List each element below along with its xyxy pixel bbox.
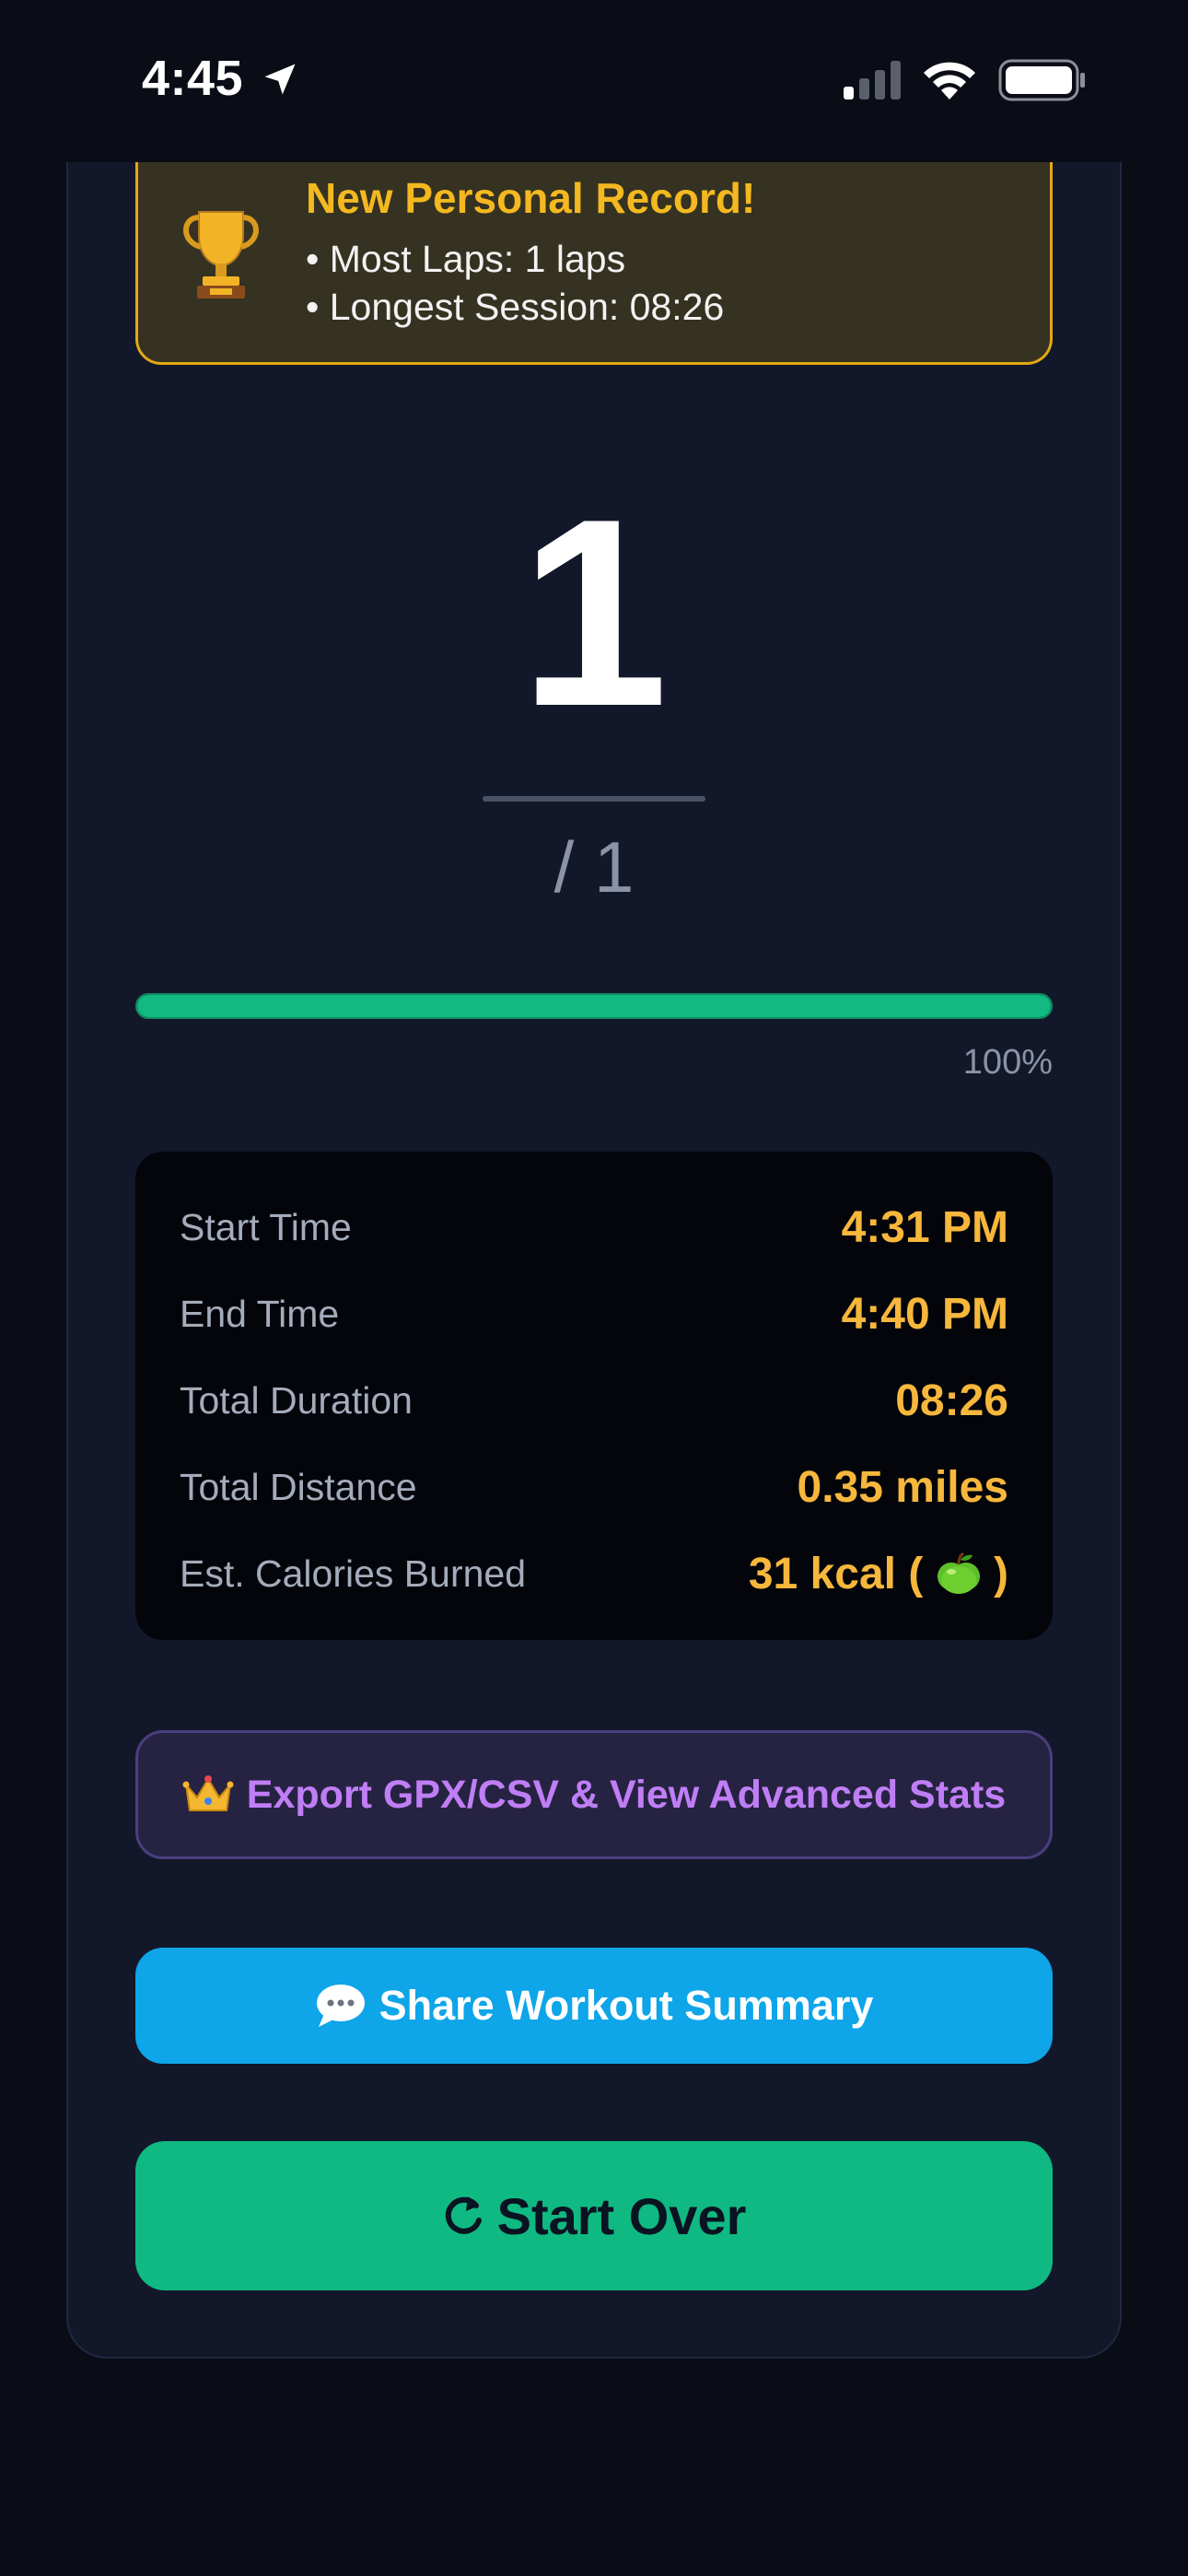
lap-total: / 1 xyxy=(553,826,635,907)
calories-value: 31 kcal ( xyxy=(748,1549,924,1598)
cellular-signal-icon xyxy=(844,61,901,100)
record-title: New Personal Record! xyxy=(306,174,756,222)
progress-bar xyxy=(135,993,1053,1019)
stat-row-total-duration: Total Duration 08:26 xyxy=(180,1373,1008,1428)
personal-record-banner: New Personal Record! • Most Laps: 1 laps… xyxy=(135,147,1053,365)
stats-panel: Start Time 4:31 PM End Time 4:40 PM Tota… xyxy=(135,1152,1053,1640)
stat-value: 4:40 PM xyxy=(841,1289,1008,1339)
wifi-icon xyxy=(924,62,975,100)
stat-value: 08:26 xyxy=(895,1376,1008,1425)
progress-percent: 100% xyxy=(962,1043,1053,1082)
start-over-label: Start Over xyxy=(496,2186,747,2245)
speech-bubble-icon xyxy=(316,1985,365,2027)
lap-count: 1 xyxy=(519,463,669,762)
refresh-icon xyxy=(445,2196,482,2234)
lap-divider xyxy=(483,796,705,802)
stat-row-end-time: End Time 4:40 PM xyxy=(180,1286,1008,1341)
stat-label: End Time xyxy=(180,1292,340,1335)
export-button-label: Export GPX/CSV & View Advanced Stats xyxy=(246,1772,1007,1817)
stat-row-total-distance: Total Distance 0.35 miles xyxy=(180,1459,1008,1515)
start-over-button[interactable]: Start Over xyxy=(135,2141,1053,2290)
stat-value: 31 kcal ( ) xyxy=(749,1549,1008,1599)
stat-label: Est. Calories Burned xyxy=(180,1551,527,1595)
stat-value: 0.35 miles xyxy=(797,1462,1009,1512)
stat-row-calories: Est. Calories Burned 31 kcal ( ) xyxy=(180,1546,1008,1601)
share-summary-button[interactable]: Share Workout Summary xyxy=(135,1948,1053,2064)
location-arrow-icon xyxy=(264,64,296,95)
record-most-laps: • Most Laps: 1 laps xyxy=(306,238,626,280)
share-button-label: Share Workout Summary xyxy=(379,1982,874,2029)
stat-label: Total Distance xyxy=(180,1465,417,1508)
status-time: 4:45 xyxy=(142,51,244,106)
stat-value: 4:31 PM xyxy=(841,1202,1008,1252)
stat-label: Start Time xyxy=(180,1205,352,1248)
status-bar: 4:45 xyxy=(0,0,1188,162)
progress-fill xyxy=(137,995,1051,1017)
trophy-icon xyxy=(183,211,259,299)
crown-icon xyxy=(182,1775,234,1811)
export-advanced-stats-button[interactable]: Export GPX/CSV & View Advanced Stats xyxy=(135,1730,1053,1859)
stat-row-start-time: Start Time 4:31 PM xyxy=(180,1200,1008,1255)
workout-summary-screen: 4:45 New Personal Record! • Most Laps: 1… xyxy=(0,0,1188,2576)
record-longest-session: • Longest Session: 08:26 xyxy=(306,286,725,328)
battery-icon xyxy=(998,59,1085,101)
stat-label: Total Duration xyxy=(180,1378,413,1422)
apple-icon xyxy=(937,1551,980,1594)
calories-close: ) xyxy=(994,1549,1008,1598)
